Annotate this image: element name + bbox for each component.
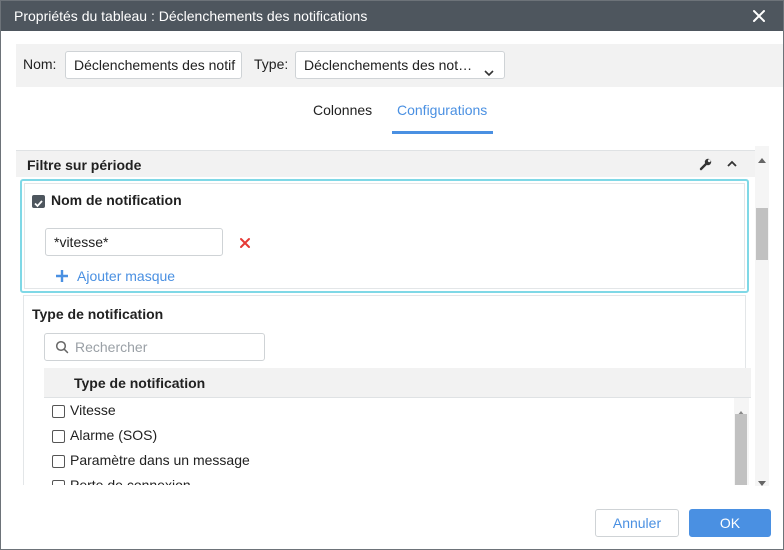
item-checkbox[interactable] — [52, 455, 65, 468]
wrench-icon[interactable] — [699, 157, 713, 174]
search-placeholder: Rechercher — [75, 339, 148, 355]
chevron-up-icon[interactable] — [725, 157, 739, 174]
notification-name-inner: Nom de notification *vitesse* Ajouter ma… — [24, 183, 745, 289]
item-checkbox[interactable] — [52, 480, 65, 485]
add-mask-label: Ajouter masque — [77, 268, 176, 284]
tab-columns[interactable]: Colonnes — [313, 102, 372, 118]
plus-icon — [55, 269, 69, 286]
list-item[interactable]: Alarme (SOS) — [44, 423, 734, 448]
item-label: Perte de connexion — [70, 477, 191, 485]
dialog-footer: Annuler OK — [1, 496, 783, 549]
name-label: Nom: — [23, 56, 57, 72]
period-filter-header: Filtre sur période — [16, 150, 755, 177]
notification-name-title: Nom de notification — [51, 192, 182, 208]
section-title: Filtre sur période — [27, 157, 142, 173]
close-icon[interactable] — [749, 6, 769, 26]
notification-type-list: Type de notification Vitesse Alarme (SOS… — [44, 368, 751, 485]
notification-name-block: Nom de notification *vitesse* Ajouter ma… — [20, 179, 749, 293]
notification-type-block: Type de notification Rechercher Type de … — [23, 295, 751, 485]
type-label: Type: — [254, 56, 289, 72]
ok-button[interactable]: OK — [689, 509, 771, 537]
name-input[interactable]: Déclenchements des notif — [65, 51, 242, 79]
item-checkbox[interactable] — [52, 405, 65, 418]
dialog-titlebar: Propriétés du tableau : Déclenchements d… — [1, 1, 783, 31]
search-icon — [55, 340, 69, 357]
scroll-down-arrow-icon[interactable] — [758, 473, 766, 489]
dialog-title: Propriétés du tableau : Déclenchements d… — [14, 8, 368, 24]
item-checkbox[interactable] — [52, 430, 65, 443]
search-input[interactable]: Rechercher — [44, 333, 265, 361]
active-tab-indicator — [392, 131, 493, 134]
column-header: Type de notification — [74, 375, 206, 391]
remove-mask-icon[interactable] — [239, 236, 251, 252]
table-properties-dialog: Propriétés du tableau : Déclenchements d… — [0, 0, 784, 550]
panel-scrollbar-thumb[interactable] — [756, 208, 768, 260]
item-label: Vitesse — [70, 402, 116, 418]
chevron-down-icon — [483, 60, 495, 78]
notification-name-checkbox[interactable] — [32, 195, 45, 208]
notification-type-title: Type de notification — [32, 306, 164, 322]
list-item[interactable]: Paramètre dans un message — [44, 448, 734, 473]
name-type-bar: Nom: Déclenchements des notif Type: Décl… — [16, 44, 783, 87]
type-select-value: Déclenchements des notifications — [304, 57, 505, 73]
list-item[interactable]: Perte de connexion — [44, 473, 734, 485]
item-label: Paramètre dans un message — [70, 452, 250, 468]
list-scrollbar-thumb[interactable] — [735, 414, 747, 485]
list-item[interactable]: Vitesse — [44, 398, 734, 423]
mask-input[interactable]: *vitesse* — [45, 228, 223, 256]
list-header: Type de notification — [44, 368, 751, 398]
tab-bar: Colonnes Configurations — [1, 87, 783, 137]
item-label: Alarme (SOS) — [70, 427, 158, 443]
type-select[interactable]: Déclenchements des notifications — [295, 51, 505, 79]
cancel-button[interactable]: Annuler — [595, 509, 679, 537]
list-scrollbar[interactable] — [734, 398, 749, 485]
scroll-up-arrow-icon[interactable] — [758, 150, 766, 166]
configurations-panel: Filtre sur période Nom de notification *… — [16, 149, 755, 485]
tab-configurations[interactable]: Configurations — [397, 102, 487, 118]
panel-scrollbar[interactable] — [755, 146, 769, 486]
